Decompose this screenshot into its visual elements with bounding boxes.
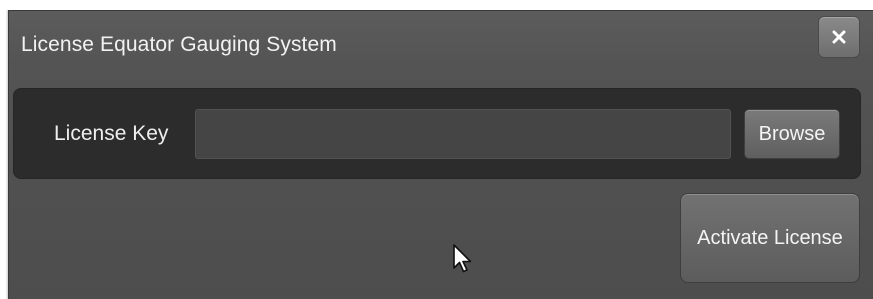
activate-license-button[interactable]: Activate License [680, 193, 860, 283]
window-edge [0, 10, 8, 299]
close-button[interactable] [818, 16, 860, 58]
close-icon [832, 30, 846, 44]
license-key-label: License Key [54, 122, 169, 145]
license-key-input[interactable] [195, 109, 731, 159]
browse-button[interactable]: Browse [744, 109, 840, 159]
mouse-pointer-icon [452, 244, 474, 279]
dialog-title: License Equator Gauging System [21, 33, 337, 56]
screen: License Equator Gauging System License K… [0, 0, 873, 299]
